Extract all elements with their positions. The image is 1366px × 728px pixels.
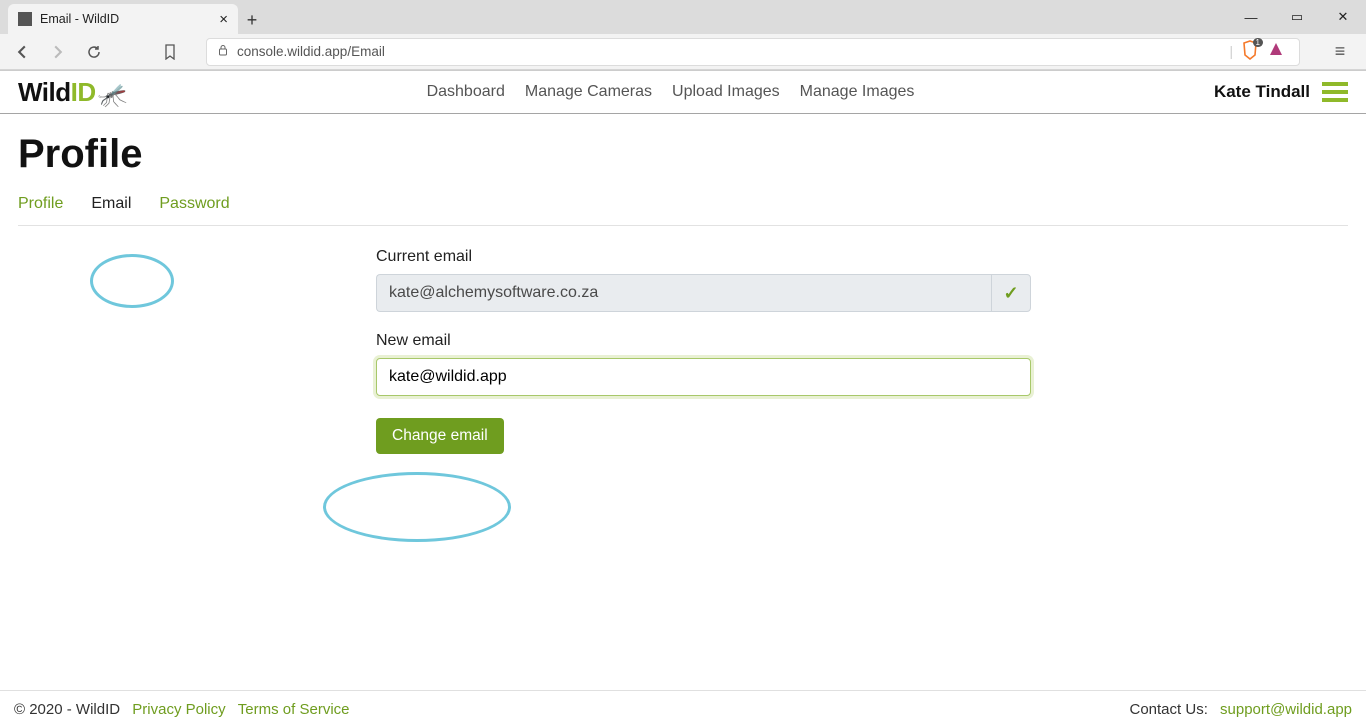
tab-close-icon[interactable]: × [219, 11, 228, 28]
footer-right: Contact Us: support@wildid.app [1130, 701, 1353, 718]
annotation-circle-icon [323, 472, 511, 542]
verified-addon: ✓ [991, 274, 1031, 312]
profile-subtabs: Profile Email Password [18, 195, 1348, 226]
main-nav: Dashboard Manage Cameras Upload Images M… [127, 83, 1214, 101]
browser-chrome: Email - WildID × + — ▭ ✕ console.wildid.… [0, 0, 1366, 70]
url-text: console.wildid.app/Email [237, 44, 1221, 59]
logo-text-wild: Wild [18, 77, 71, 108]
current-email-value: kate@alchemysoftware.co.za [376, 274, 991, 312]
extension-icons: 1 [1241, 40, 1289, 63]
page-title: Profile [18, 132, 1348, 177]
brave-rewards-icon[interactable] [1267, 41, 1285, 62]
logo-text-id: ID [71, 77, 96, 108]
app-logo[interactable]: WildID🦟 [18, 77, 127, 108]
nav-manage-images[interactable]: Manage Images [800, 83, 915, 101]
hamburger-bar-icon [1322, 98, 1348, 102]
privacy-policy-link[interactable]: Privacy Policy [132, 701, 225, 718]
logo-bugs-icon: 🦟 [98, 81, 127, 110]
hamburger-menu-button[interactable] [1322, 82, 1348, 102]
window-maximize-button[interactable]: ▭ [1274, 0, 1320, 34]
browser-toolbar: console.wildid.app/Email | 1 ≡ [0, 34, 1366, 70]
contact-label: Contact Us: [1130, 701, 1213, 718]
nav-upload-images[interactable]: Upload Images [672, 83, 780, 101]
brave-shield-icon[interactable]: 1 [1241, 40, 1259, 63]
current-email-label: Current email [376, 248, 1031, 266]
email-form: Current email kate@alchemysoftware.co.za… [376, 248, 1031, 454]
favicon-icon [18, 12, 32, 26]
tab-password[interactable]: Password [159, 195, 229, 213]
new-tab-button[interactable]: + [238, 6, 266, 34]
current-email-group: kate@alchemysoftware.co.za ✓ [376, 274, 1031, 312]
footer: © 2020 - WildID Privacy Policy Terms of … [0, 690, 1366, 728]
contact-email-link[interactable]: support@wildid.app [1220, 701, 1352, 718]
copyright-text: © 2020 - WildID [14, 701, 120, 718]
bookmark-icon [163, 44, 177, 60]
page-content: Profile Profile Email Password Current e… [0, 114, 1366, 454]
back-button[interactable] [10, 40, 34, 64]
reload-icon [86, 44, 102, 60]
url-bar[interactable]: console.wildid.app/Email | 1 [206, 38, 1300, 66]
window-minimize-button[interactable]: — [1228, 0, 1274, 34]
username-label[interactable]: Kate Tindall [1214, 82, 1310, 102]
reload-button[interactable] [82, 40, 106, 64]
nav-manage-cameras[interactable]: Manage Cameras [525, 83, 652, 101]
forward-button[interactable] [46, 40, 70, 64]
window-close-button[interactable]: ✕ [1320, 0, 1366, 34]
terms-link[interactable]: Terms of Service [238, 701, 350, 718]
tab-profile[interactable]: Profile [18, 195, 63, 213]
nav-dashboard[interactable]: Dashboard [427, 83, 505, 101]
tab-bar: Email - WildID × + — ▭ ✕ [0, 0, 1366, 34]
browser-menu-button[interactable]: ≡ [1324, 41, 1356, 62]
browser-tab-active[interactable]: Email - WildID × [8, 4, 238, 34]
new-email-label: New email [376, 332, 1031, 350]
tab-email[interactable]: Email [91, 195, 131, 213]
hamburger-bar-icon [1322, 82, 1348, 86]
lock-icon [217, 44, 229, 59]
footer-left: © 2020 - WildID Privacy Policy Terms of … [14, 701, 350, 718]
window-controls: — ▭ ✕ [1228, 0, 1366, 34]
back-icon [15, 45, 29, 59]
hamburger-bar-icon [1322, 90, 1348, 94]
url-separator: | [1229, 44, 1233, 59]
tab-title: Email - WildID [40, 12, 211, 26]
shield-count-badge: 1 [1253, 38, 1263, 47]
user-area: Kate Tindall [1214, 82, 1348, 102]
check-icon: ✓ [1003, 283, 1018, 304]
forward-icon [51, 45, 65, 59]
change-email-button[interactable]: Change email [376, 418, 504, 454]
bookmark-button[interactable] [158, 40, 182, 64]
new-email-input[interactable] [376, 358, 1031, 396]
app-header: WildID🦟 Dashboard Manage Cameras Upload … [0, 70, 1366, 114]
